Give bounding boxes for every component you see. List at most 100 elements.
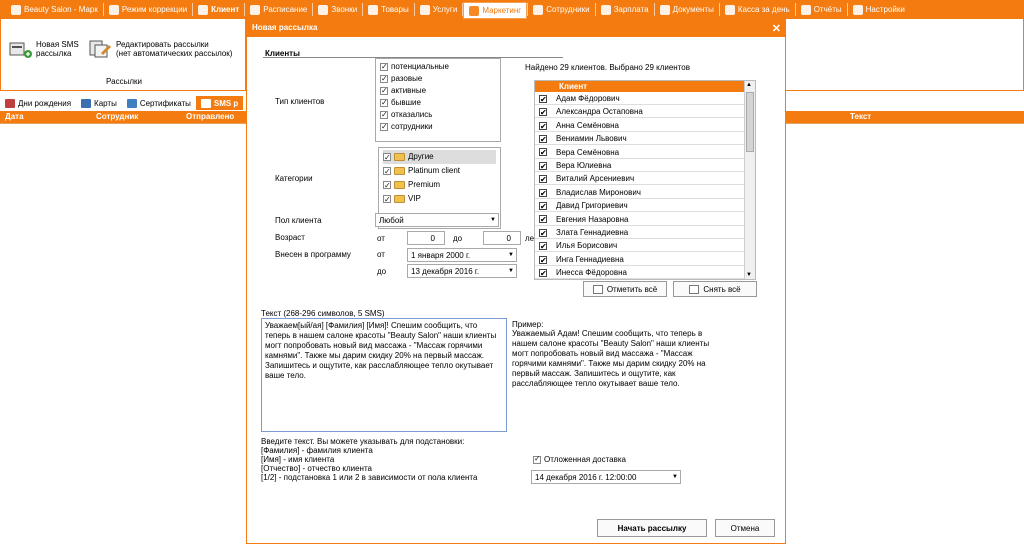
client-row[interactable]: Вера Семёновна (535, 146, 744, 159)
checkbox-icon (539, 173, 547, 186)
cancel-button[interactable]: Отмена (715, 519, 775, 537)
checkbox-icon (539, 120, 547, 133)
substitution-hints: Введите текст. Вы можете указывать для п… (261, 437, 477, 482)
menu-phone[interactable]: Звонки (313, 0, 362, 19)
menu-settings[interactable]: Настройки (848, 0, 910, 19)
client-row[interactable]: Инга Геннадиевна (535, 253, 744, 267)
calendar-icon (250, 4, 261, 15)
category-text: Другие (408, 152, 434, 161)
deselect-all-button[interactable]: Снять всё (673, 281, 757, 297)
menu-client[interactable]: Клиент (193, 0, 244, 19)
client-type-option[interactable]: разовые (380, 73, 496, 84)
checkbox-icon (380, 109, 388, 120)
menu-goods[interactable]: Товары (363, 0, 414, 19)
menu-staff[interactable]: Сотрудники (528, 0, 594, 19)
scroll-up-icon[interactable]: ▲ (746, 82, 752, 88)
date-to-picker[interactable]: 13 декабря 2016 г. ▼ (407, 264, 517, 278)
menu-separator (312, 3, 314, 16)
column-date[interactable]: Дата (5, 112, 24, 121)
client-row[interactable]: Александра Остаповна (535, 105, 744, 119)
category-text: VIP (408, 194, 421, 203)
menu-salon-logo[interactable]: Beauty Salon - Марк (6, 0, 103, 19)
folder-icon (394, 152, 405, 161)
client-row[interactable]: Виталий Арсениевич (535, 172, 744, 186)
hint-line: [Фамилия] - фамилия клиента (261, 446, 373, 455)
client-list-scrollbar[interactable]: ▲ ▼ (744, 81, 755, 279)
client-row[interactable]: Владислав Миронович (535, 186, 744, 200)
client-type-option[interactable]: активные (380, 85, 496, 96)
client-row[interactable]: Инесса Фёдоровна (535, 266, 744, 280)
new-sms-button[interactable]: Новая SMS рассылка (9, 39, 79, 59)
column-text[interactable]: Текст (850, 112, 871, 121)
subtab-0[interactable]: Дни рождения (0, 96, 76, 110)
client-row[interactable]: Илья Борисович (535, 239, 744, 253)
column-employee[interactable]: Сотрудник (96, 112, 138, 121)
client-row[interactable]: Давид Григориевич (535, 199, 744, 213)
age-from-stepper[interactable]: 0 (407, 231, 445, 245)
close-icon[interactable]: ✕ (772, 22, 781, 35)
menu-label: Beauty Salon - Марк (24, 5, 98, 14)
ribbon-panel: Новая SMS рассылка Редактировать рассылк… (0, 19, 246, 91)
select-all-button[interactable]: Отметить всё (583, 281, 667, 297)
birthday-icon (5, 98, 15, 108)
menu-salary[interactable]: Зарплата (596, 0, 654, 19)
menu-calendar[interactable]: Расписание (245, 0, 312, 19)
client-row[interactable]: Вера Юлиевна (535, 159, 744, 173)
ribbon-group-label: Рассылки (106, 77, 142, 86)
checkbox-icon (539, 187, 547, 200)
category-option[interactable]: VIP (383, 192, 496, 207)
subtab-2[interactable]: Сертификаты (122, 96, 196, 110)
column-sent[interactable]: Отправлено (186, 112, 234, 121)
menu-label: Настройки (865, 5, 905, 14)
menu-correction[interactable]: Режим коррекции (104, 0, 192, 19)
menu-separator (846, 3, 848, 16)
category-option[interactable]: Premium (383, 178, 496, 193)
checkbox-icon (539, 160, 547, 173)
goods-icon (368, 4, 379, 15)
menu-marketing[interactable]: Маркетинг (463, 2, 528, 19)
menu-label: Режим коррекции (121, 5, 188, 14)
client-row[interactable]: Адам Фёдорович (535, 92, 744, 106)
category-option[interactable]: Другие (383, 150, 496, 165)
cash-icon (724, 4, 735, 15)
found-count: Найдено 29 клиентов. Выбрано 29 клиентов (525, 63, 690, 72)
delayed-datetime-picker[interactable]: 14 декабря 2016 г. 12:00:00 ▼ (531, 470, 681, 484)
edit-mailings-button[interactable]: Редактировать рассылки (нет автоматическ… (89, 39, 232, 59)
checkbox-icon (383, 179, 391, 193)
scrollbar-thumb[interactable] (746, 92, 754, 152)
start-mailing-button[interactable]: Начать рассылку (597, 519, 707, 537)
checkbox-icon (539, 93, 547, 106)
delayed-delivery-checkbox[interactable]: Отложенная доставка (533, 454, 626, 464)
age-to-label: до (453, 234, 463, 243)
checkbox-icon (383, 165, 391, 179)
age-to-stepper[interactable]: 0 (483, 231, 521, 245)
client-row[interactable]: Анна Семёновна (535, 119, 744, 133)
menu-separator (718, 3, 720, 16)
client-name: Инга Геннадиевна (556, 254, 624, 264)
checkbox-icon (539, 133, 547, 146)
menu-documents[interactable]: Документы (655, 0, 719, 19)
main-menu-bar: Beauty Salon - Марк Режим коррекции Клиент… (0, 0, 1024, 19)
client-type-option[interactable]: потенциальные (380, 61, 496, 72)
menu-services[interactable]: Услуги (415, 0, 463, 19)
category-option[interactable]: Platinum client (383, 164, 496, 179)
date-from-picker[interactable]: 1 января 2000 г. ▼ (407, 248, 517, 262)
message-textarea[interactable]: Уважаем[ый/ая] [Фамилия] [Имя]! Спешим с… (261, 318, 507, 432)
menu-separator (244, 3, 246, 16)
client-name: Александра Остаповна (556, 107, 643, 117)
client-type-option[interactable]: бывшие (380, 97, 496, 108)
client-row[interactable]: Злата Геннадиевна (535, 226, 744, 240)
gender-select[interactable]: Любой ▼ (375, 213, 499, 227)
client-type-option[interactable]: сотрудники (380, 121, 496, 132)
client-name: Виталий Арсениевич (556, 174, 635, 184)
menu-cash[interactable]: Касса за день (720, 0, 795, 19)
scroll-down-icon[interactable]: ▼ (746, 272, 752, 278)
client-row[interactable]: Вениамин Львович (535, 132, 744, 146)
subtab-3[interactable]: SMS р (195, 96, 244, 110)
client-type-option[interactable]: отказались (380, 109, 496, 120)
client-row[interactable]: Евгения Назаровна (535, 213, 744, 226)
menu-label: Клиент (211, 5, 240, 14)
added-label: Внесен в программу (275, 250, 351, 259)
subtab-1[interactable]: Карты (76, 96, 122, 110)
menu-reports[interactable]: Отчёты (796, 0, 847, 19)
